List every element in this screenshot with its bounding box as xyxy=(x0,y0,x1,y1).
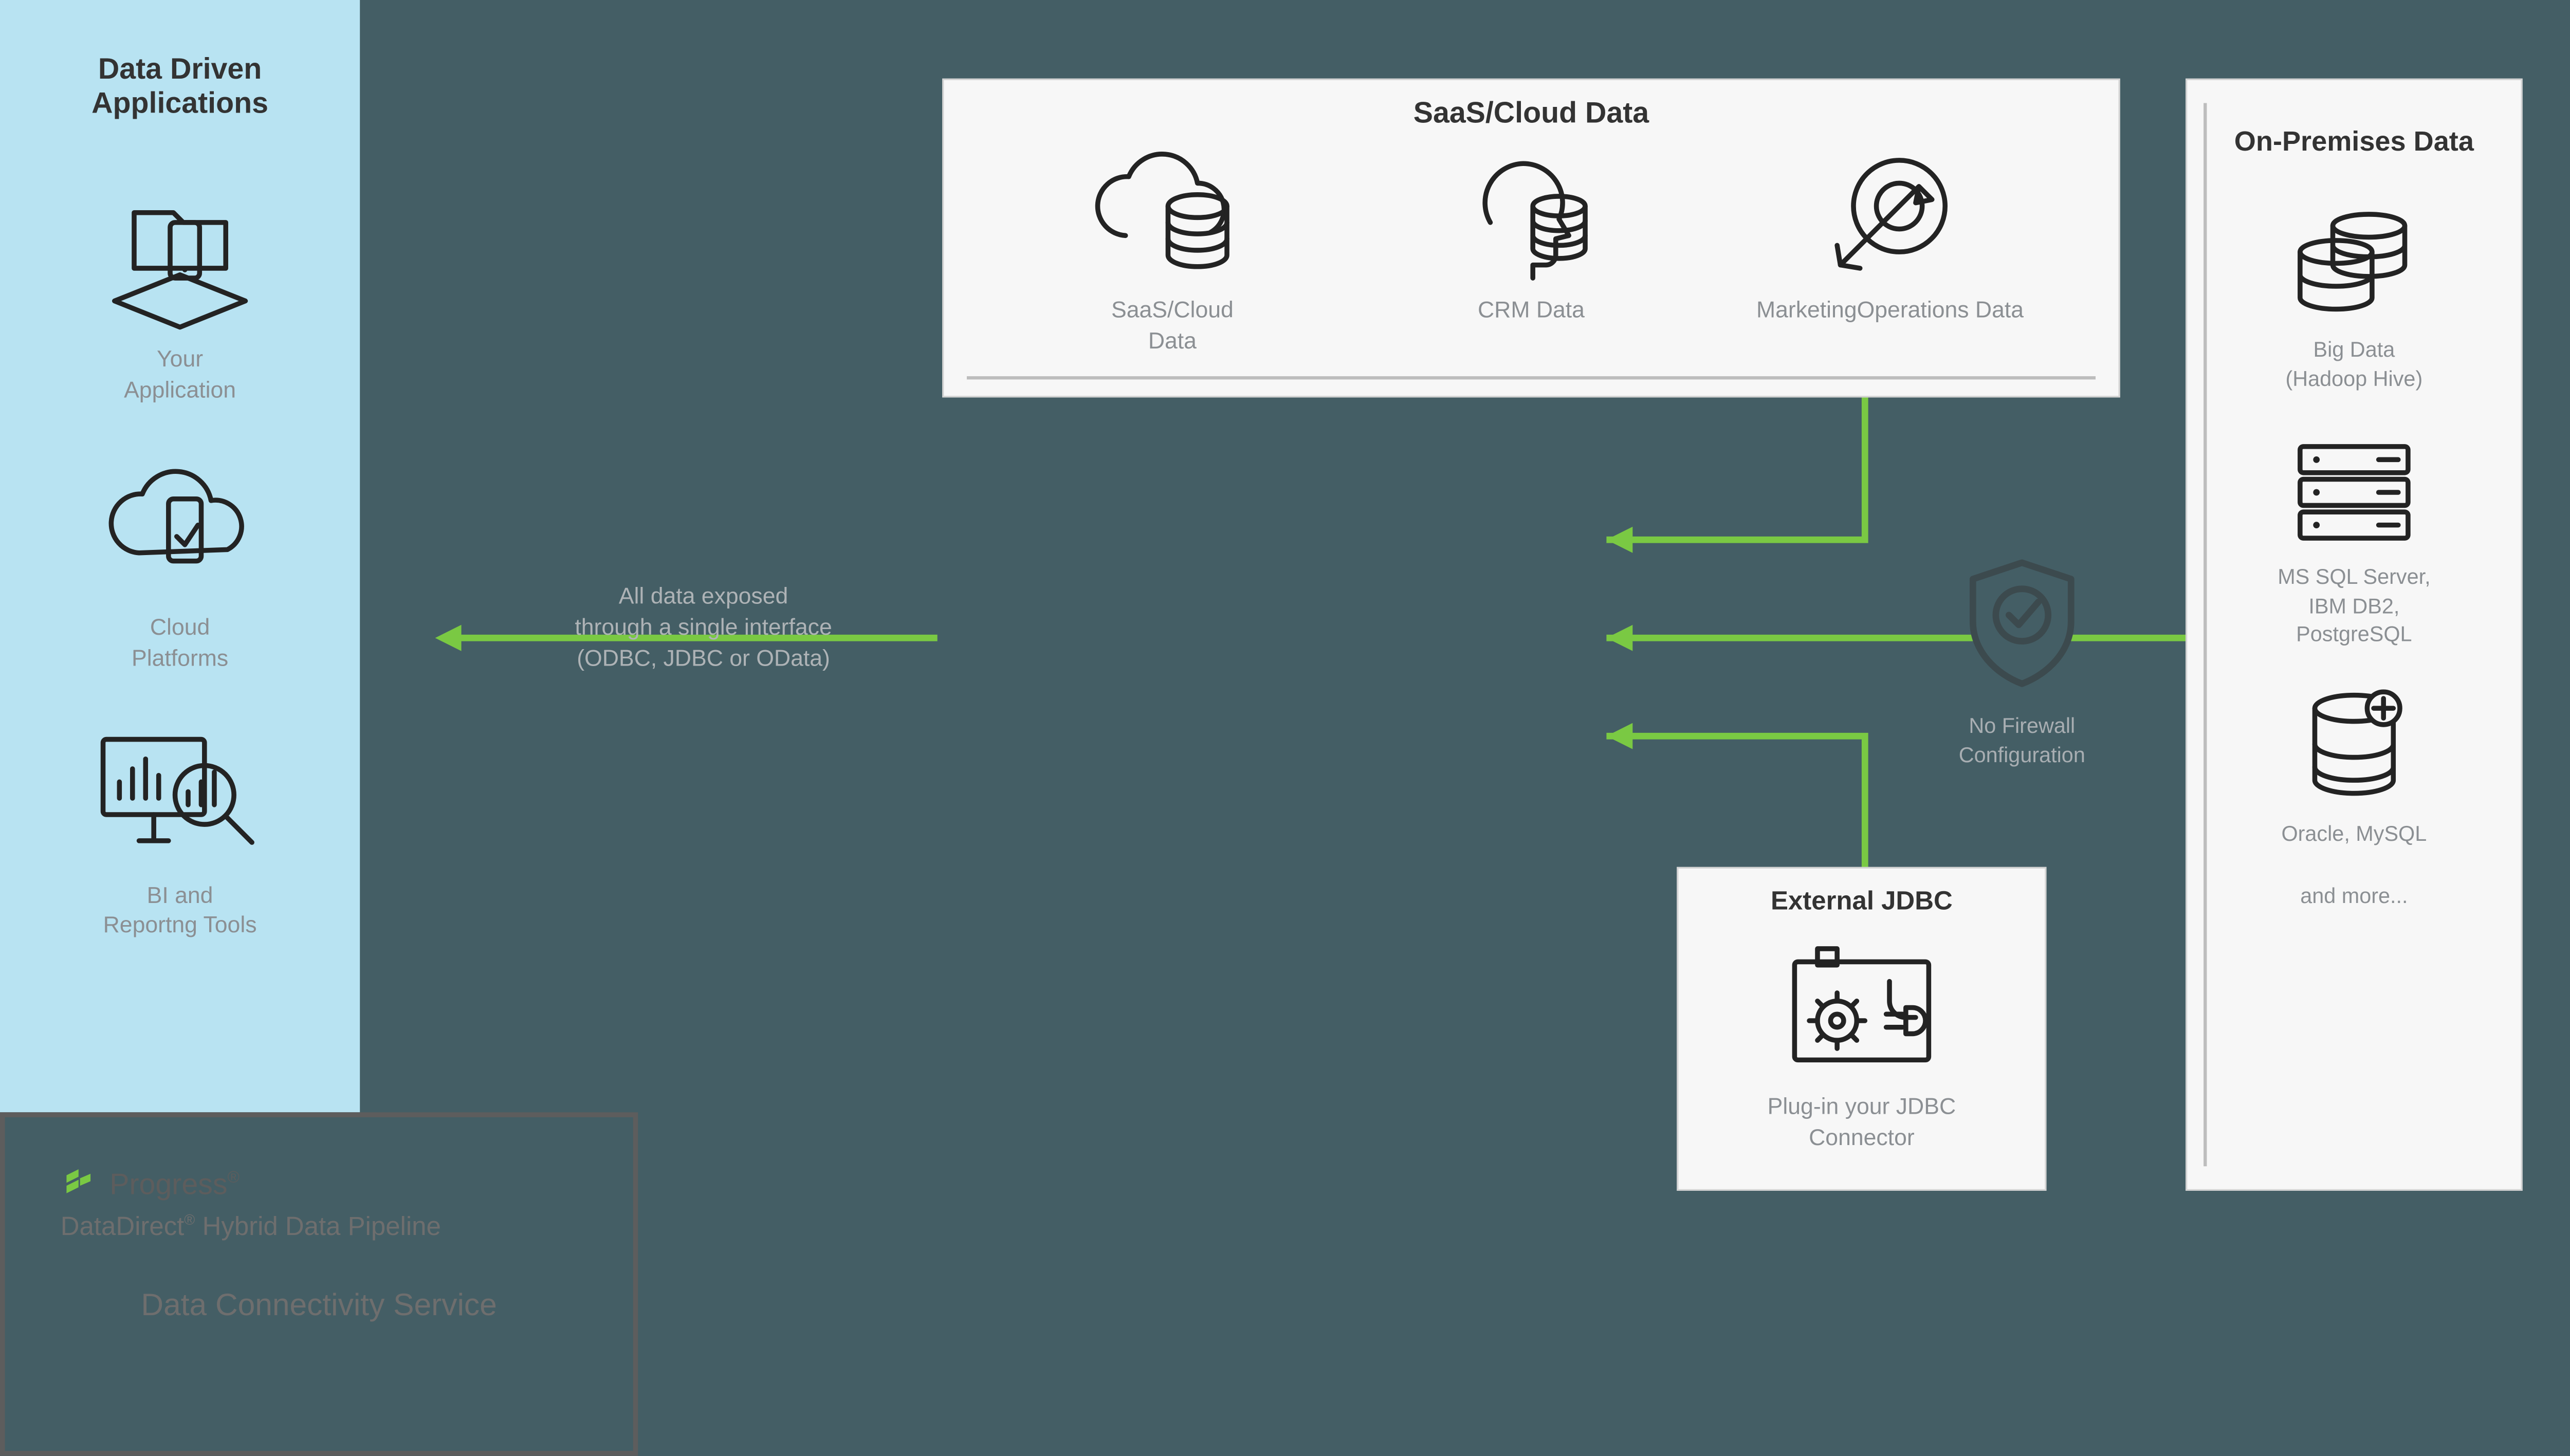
onprem-item-label: Big Data(Hadoop Hive) xyxy=(2187,335,2521,393)
onprem-item-label: MS SQL Server,IBM DB2,PostgreSQL xyxy=(2187,563,2521,649)
apps-item-cloud-platforms: CloudPlatforms xyxy=(0,454,360,673)
saas-item-crm-data: CRM Data xyxy=(1352,144,1711,356)
panel-data-connectivity-service: Progress® DataDirect® Hybrid Data Pipeli… xyxy=(0,1112,638,1455)
saas-item-label: CRM Data xyxy=(1352,294,1711,325)
onprem-item-oracle-mysql: Oracle, MySQL xyxy=(2187,685,2521,848)
saas-item-cloud-data: SaaS/CloudData xyxy=(993,144,1352,356)
panel-title-jdbc: External JDBC xyxy=(1678,869,2045,917)
server-rack-icon xyxy=(2187,429,2521,556)
panel-title-apps: Data Driven Applications xyxy=(0,0,360,137)
panel-external-jdbc: External JDBC Plug-in your JDBCConnector xyxy=(1677,867,2046,1191)
cloud-database-icon xyxy=(993,144,1352,291)
head-database-icon xyxy=(1352,144,1711,291)
apps-item-label: BI andReportng Tools xyxy=(0,879,360,941)
onprem-item-label: Oracle, MySQL xyxy=(2187,819,2521,848)
panel-title-saas: SaaS/Cloud Data xyxy=(944,80,2118,131)
divider xyxy=(967,376,2096,379)
saas-item-label: MarketingOperations Data xyxy=(1711,294,2069,325)
firewall-shield-block: No FirewallConfiguration xyxy=(1940,556,2104,769)
apps-item-your-application: YourApplication xyxy=(0,187,360,406)
folder-phone-stack-icon xyxy=(0,187,360,334)
cloud-phone-icon xyxy=(0,454,360,601)
apps-item-label: YourApplication xyxy=(0,343,360,405)
gear-plug-box-icon xyxy=(1678,928,2045,1091)
apps-item-bi-tools: BI andReportng Tools xyxy=(0,722,360,941)
jdbc-caption: Plug-in your JDBCConnector xyxy=(1678,1091,2045,1153)
saas-item-label: SaaS/CloudData xyxy=(993,294,1352,356)
apps-item-label: CloudPlatforms xyxy=(0,612,360,673)
panel-on-premises-data: On-Premises Data Big Data(Hadoop Hive) xyxy=(2186,79,2523,1191)
database-plus-icon xyxy=(2187,685,2521,813)
databases-icon xyxy=(2187,201,2521,328)
panel-data-driven-apps: Data Driven Applications YourApplication xyxy=(0,0,360,1112)
onprem-more-label: and more... xyxy=(2187,884,2521,909)
shield-caption: No FirewallConfiguration xyxy=(1940,711,2104,769)
service-subtitle: DataDirect® Hybrid Data Pipeline xyxy=(61,1212,578,1244)
divider xyxy=(2204,103,2207,1167)
onprem-item-sql-servers: MS SQL Server,IBM DB2,PostgreSQL xyxy=(2187,429,2521,649)
panel-saas-cloud-data: SaaS/Cloud Data SaaS/CloudData xyxy=(942,79,2120,398)
monitor-chart-magnifier-icon xyxy=(0,722,360,869)
arrow-annotation: All data exposedthrough a single interfa… xyxy=(491,581,916,673)
onprem-item-big-data: Big Data(Hadoop Hive) xyxy=(2187,201,2521,393)
progress-brand: Progress® xyxy=(61,1166,578,1202)
progress-logo-icon xyxy=(61,1166,97,1202)
target-arrow-icon xyxy=(1711,144,2069,291)
panel-title-onprem: On-Premises Data xyxy=(2187,80,2521,165)
brand-text: Progress® xyxy=(109,1167,240,1202)
saas-item-marketing-ops: MarketingOperations Data xyxy=(1711,144,2069,356)
shield-check-icon xyxy=(1940,556,2104,698)
service-main-label: Data Connectivity Service xyxy=(61,1289,578,1325)
